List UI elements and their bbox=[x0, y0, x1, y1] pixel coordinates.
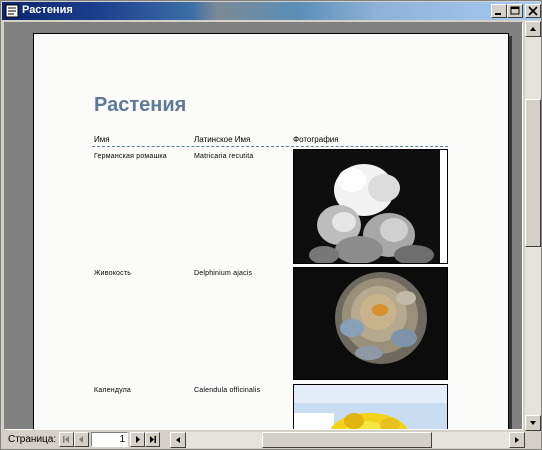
next-page-button[interactable] bbox=[130, 432, 145, 447]
last-page-icon bbox=[150, 436, 156, 443]
arrow-down-icon bbox=[530, 421, 536, 425]
column-header-name: Имя bbox=[94, 135, 110, 144]
row-name: Живокость bbox=[94, 270, 132, 277]
prev-page-button[interactable] bbox=[74, 432, 89, 447]
window-title: Растения bbox=[22, 4, 73, 16]
navigation-bar: Страница: 1 bbox=[2, 431, 525, 449]
arrow-right-icon bbox=[515, 437, 519, 443]
horizontal-scroll-thumb[interactable] bbox=[262, 432, 432, 448]
minimize-icon bbox=[495, 13, 501, 15]
maximize-button[interactable] bbox=[507, 4, 523, 18]
report-window: Растения Растения Имя Латинское Имя Фото… bbox=[0, 0, 542, 450]
vertical-scrollbar[interactable] bbox=[525, 21, 541, 431]
report-title: Растения bbox=[94, 94, 187, 116]
scroll-down-button[interactable] bbox=[525, 415, 541, 431]
maximize-icon bbox=[510, 6, 520, 15]
scroll-right-button[interactable] bbox=[509, 432, 525, 448]
minimize-button[interactable] bbox=[491, 4, 507, 18]
column-header-photo: Фотография bbox=[293, 135, 339, 144]
print-preview-area[interactable]: Растения Имя Латинское Имя Фотография Ге… bbox=[4, 22, 523, 430]
report-icon bbox=[5, 4, 19, 18]
plant-photo-chamomile bbox=[293, 149, 448, 264]
row-latin: Calendula officinalis bbox=[194, 387, 261, 394]
resize-grip[interactable] bbox=[526, 433, 541, 449]
prev-page-icon bbox=[79, 436, 83, 443]
scroll-up-button[interactable] bbox=[525, 21, 541, 37]
next-page-icon bbox=[136, 436, 140, 443]
report-page: Растения Имя Латинское Имя Фотография Ге… bbox=[33, 33, 509, 429]
row-latin: Delphinium ajacis bbox=[194, 270, 253, 277]
scroll-left-button[interactable] bbox=[170, 432, 186, 448]
row-name: Германская ромашка bbox=[94, 153, 167, 160]
arrow-up-icon bbox=[530, 27, 536, 31]
header-divider bbox=[92, 146, 448, 147]
last-page-button[interactable] bbox=[145, 432, 160, 447]
first-page-button[interactable] bbox=[59, 432, 74, 447]
row-name: Календула bbox=[94, 387, 132, 394]
close-button[interactable] bbox=[525, 4, 541, 18]
close-icon bbox=[528, 6, 538, 16]
row-latin: Matricaria recutita bbox=[194, 153, 254, 160]
plant-photo-calendula bbox=[293, 384, 448, 429]
column-header-latin: Латинское Имя bbox=[194, 135, 251, 144]
title-bar[interactable]: Растения bbox=[2, 2, 541, 20]
first-page-icon bbox=[63, 436, 69, 443]
horizontal-scrollbar[interactable] bbox=[170, 432, 525, 448]
vertical-scroll-thumb[interactable] bbox=[525, 99, 541, 247]
page-number-input[interactable]: 1 bbox=[91, 432, 128, 447]
page-label: Страница: bbox=[8, 434, 57, 445]
plant-photo-delphinium bbox=[293, 267, 448, 380]
arrow-left-icon bbox=[176, 437, 180, 443]
